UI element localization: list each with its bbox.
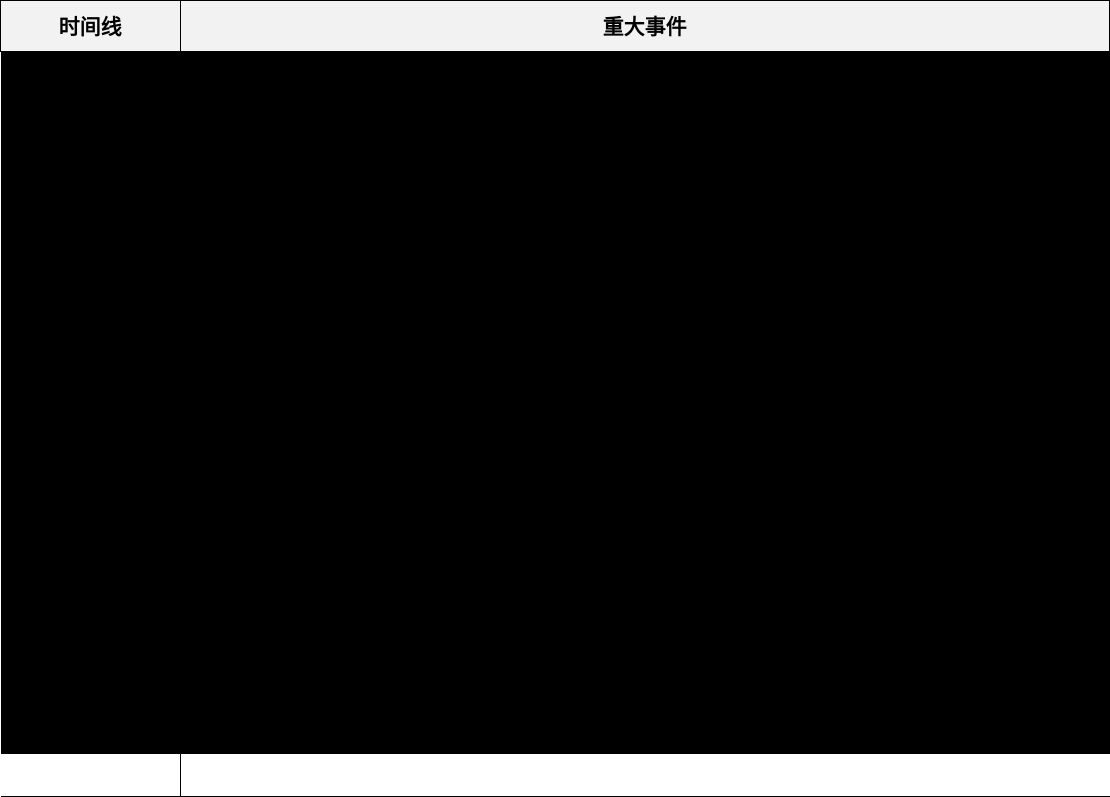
header-timeline: 时间线 <box>1 1 181 52</box>
table-row <box>1 754 1110 797</box>
bottom-left-cell <box>1 754 181 797</box>
black-content-area <box>1 52 1110 754</box>
table-container: 时间线 重大事件 <box>0 0 1110 790</box>
table-header-row: 时间线 重大事件 <box>1 1 1110 52</box>
events-table: 时间线 重大事件 <box>0 0 1110 797</box>
bottom-right-cell <box>181 754 1110 797</box>
table-row <box>1 52 1110 754</box>
header-event: 重大事件 <box>181 1 1110 52</box>
